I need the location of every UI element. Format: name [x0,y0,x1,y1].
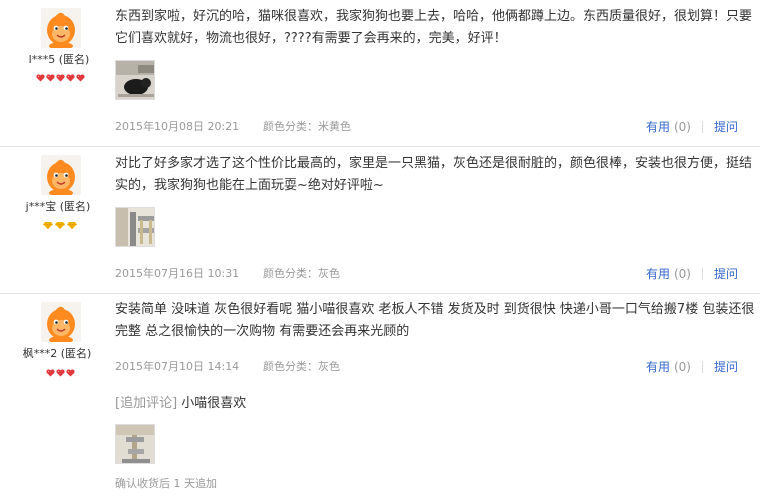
color-variant: 颜色分类：灰色 [263,360,340,373]
avatar[interactable] [41,8,81,48]
avatar[interactable] [41,302,81,342]
reviewer-name: 枫***2 (匿名) [22,347,92,360]
useful-count: (0) [673,360,691,374]
avatar[interactable] [41,155,81,195]
review-meta: 2015年07月16日 10:31 颜色分类：灰色 有用 (0) 提问 [115,265,748,281]
divider [701,268,703,280]
heart-icon [46,74,55,82]
useful-button[interactable]: 有用 [646,120,670,134]
useful-count: (0) [673,267,691,281]
review-date: 2015年10月08日 20:21 [115,120,240,133]
review-item: l***5 (匿名) 东西到家啦，好沉的哈，猫咪很喜欢，我家狗狗也要上去，哈哈，… [0,0,760,147]
diamond-icon [67,222,77,229]
reviewer-name: l***5 (匿名) [28,53,90,66]
color-variant: 颜色分类：米黄色 [263,120,351,133]
review-item: j***宝 (匿名) 对比了好多家才选了这个性价比最高的，家里是一只黑猫，灰色还… [0,147,760,294]
review-actions: 有用 (0) 提问 [646,265,738,282]
heart-icon [56,369,65,377]
reviewer-rank [0,67,120,86]
review-item: 枫***2 (匿名) 安装简单 没味道 灰色很好看呢 猫小喵很喜欢 老板人不错 … [0,294,760,504]
append-text: 小喵很喜欢 [181,396,247,411]
review-date: 2015年07月16日 10:31 [115,267,240,280]
reviewer-rank [0,214,120,233]
heart-icon [66,369,75,377]
diamond-icon [55,222,65,229]
divider [701,121,703,133]
review-meta: 2015年07月10日 14:14 颜色分类：灰色 有用 (0) 提问 [115,358,748,374]
useful-count: (0) [673,120,691,134]
reviewer-name: j***宝 (匿名) [25,200,91,213]
heart-icon [56,74,65,82]
color-variant: 颜色分类：灰色 [263,267,340,280]
append-photo[interactable] [115,424,155,464]
appended-review: [追加评论] 小喵很喜欢 [115,392,246,411]
append-tag: [追加评论] [115,396,178,411]
ask-button[interactable]: 提问 [714,360,738,374]
heart-icon [36,74,45,82]
heart-icon [46,369,55,377]
review-text: 东西到家啦，好沉的哈，猫咪很喜欢，我家狗狗也要上去，哈哈，他俩都蹲上边。东西质量… [115,9,753,46]
review-photo[interactable] [115,207,155,247]
review-text: 对比了好多家才选了这个性价比最高的，家里是一只黑猫，灰色还是很耐脏的，颜色很棒，… [115,156,753,193]
review-date: 2015年07月10日 14:14 [115,360,240,373]
ask-button[interactable]: 提问 [714,267,738,281]
useful-button[interactable]: 有用 [646,267,670,281]
review-meta: 2015年10月08日 20:21 颜色分类：米黄色 有用 (0) 提问 [115,118,748,134]
ask-button[interactable]: 提问 [714,120,738,134]
heart-icon [76,74,85,82]
diamond-icon [43,222,53,229]
divider [701,361,703,373]
review-text: 安装简单 没味道 灰色很好看呢 猫小喵很喜欢 老板人不错 发货及时 到货很快 快… [115,302,755,339]
useful-button[interactable]: 有用 [646,360,670,374]
append-time: 确认收货后 1 天追加 [115,477,217,490]
review-photo[interactable] [115,60,155,100]
review-actions: 有用 (0) 提问 [646,118,738,135]
review-actions: 有用 (0) 提问 [646,358,738,375]
reviewer-rank [0,362,120,381]
heart-icon [66,74,75,82]
